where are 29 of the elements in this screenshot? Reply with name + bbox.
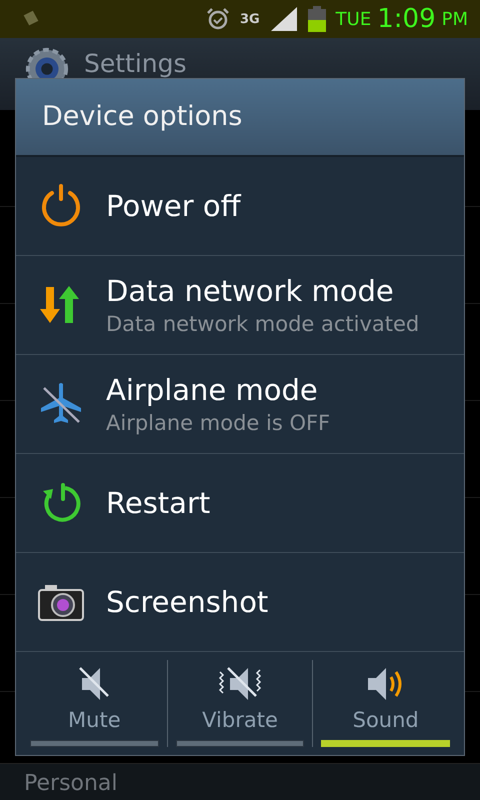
dialog-title: Device options [16,79,464,157]
alarm-icon [206,7,230,31]
item-status: Airplane mode is OFF [106,411,330,435]
item-label: Data network mode [106,274,395,308]
airplane-crossed-icon [39,382,83,426]
power-icon [39,183,83,229]
signal-icon [270,6,298,32]
section-header: Personal [0,763,480,800]
day-label: TUE [336,8,372,30]
network-type: 3G [240,12,260,26]
sound-mode-button[interactable]: Sound [313,660,458,747]
ampm-label: PM [442,8,468,30]
menu-item[interactable]: Power off [16,157,464,256]
sound-mode-button[interactable]: Mute [22,660,168,747]
item-label: Screenshot [106,585,268,619]
vibrate-icon [216,666,264,702]
item-status: Data network mode activated [106,312,420,336]
item-label: Restart [106,486,210,520]
battery-icon [308,6,326,32]
app-title: Settings [84,50,187,78]
menu-item[interactable]: Airplane mode Airplane mode is OFF [16,355,464,454]
item-label: Airplane mode [106,373,319,407]
menu-item[interactable]: Restart [16,454,464,553]
clock-time: 1:09 [377,4,436,34]
camera-icon [37,582,85,622]
menu-item[interactable]: Data network mode Data network mode activated [16,256,464,355]
menu-item[interactable]: Screenshot [16,553,464,652]
sound-mode-button[interactable]: Vibrate [168,660,314,747]
item-label: Power off [106,189,241,223]
